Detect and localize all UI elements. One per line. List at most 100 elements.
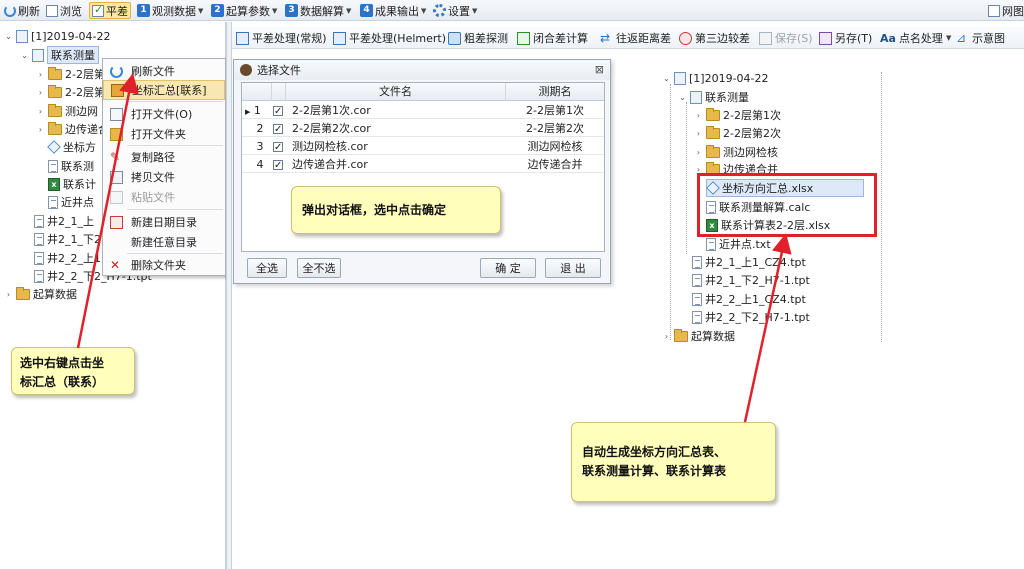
menu-item-new-any-dir[interactable]: 新建任意目录 <box>103 232 225 252</box>
folder-icon <box>706 107 720 121</box>
table-row[interactable]: 2 2-2层第2次.cor 2-2层第2次 <box>242 120 604 138</box>
schematic-button[interactable]: ⊿ 示意图 <box>956 30 1005 46</box>
collapse-icon[interactable]: ⌄ <box>20 51 29 60</box>
browse-toggle[interactable]: 浏览 <box>46 2 82 19</box>
step-1-icon: 1 <box>137 4 150 17</box>
adjust-toggle[interactable]: 平差 <box>89 2 131 19</box>
settings-menu[interactable]: 设置 ▼ <box>433 2 477 19</box>
round-trip-diff-button[interactable]: ⇄ 往返距离差 <box>600 30 671 46</box>
folder-icon <box>706 125 720 139</box>
menu-separator <box>127 101 223 102</box>
tree-file[interactable]: x 联系计 <box>48 175 96 193</box>
collapse-icon[interactable]: ⌄ <box>662 74 671 83</box>
tree-file[interactable]: 井2_1_下2_H7-1.tpt <box>692 271 810 289</box>
expand-icon[interactable]: › <box>36 107 45 116</box>
tree-folder[interactable]: › 2-2层第2次 <box>694 124 781 142</box>
select-none-button[interactable]: 全不选 <box>297 258 341 278</box>
gear-icon <box>433 4 446 17</box>
tree-file[interactable]: 井2_2_上1 <box>34 249 101 267</box>
collapse-icon[interactable]: ⌄ <box>4 32 13 41</box>
table-row[interactable]: ▶ 1 2-2层第1次.cor 2-2层第1次 <box>242 102 604 120</box>
row-checkbox[interactable] <box>273 103 283 120</box>
menu-item-new-date-dir[interactable]: 新建日期目录 <box>103 212 225 232</box>
tree-file[interactable]: 坐标方 <box>47 138 96 156</box>
expand-icon[interactable]: › <box>694 129 703 138</box>
row-checkbox[interactable] <box>273 121 283 138</box>
tree-node-start-data[interactable]: › 起算数据 <box>4 285 77 303</box>
panel-splitter[interactable] <box>226 22 232 569</box>
menu-item-open-folder[interactable]: 打开文件夹 <box>103 124 225 144</box>
expand-icon[interactable]: › <box>36 88 45 97</box>
point-name-menu[interactable]: Aa 点名处理 ▼ <box>880 30 951 46</box>
menu-item-coord-summary[interactable]: 坐标汇总[联系] <box>103 80 225 100</box>
tree-folder[interactable]: › 测边网 <box>36 102 98 120</box>
exit-button[interactable]: 退 出 <box>545 258 601 278</box>
tree-file[interactable]: 井2_1_上1_CZ4.tpt <box>692 253 806 271</box>
column-header-period[interactable]: 测期名 <box>506 83 604 101</box>
column-header-filename[interactable]: 文件名 <box>286 83 506 101</box>
save-as-icon <box>819 31 832 45</box>
tree-file[interactable]: 联系测 <box>48 157 94 175</box>
adjust-normal-button[interactable]: 平差处理(常规) <box>236 30 327 46</box>
collapse-icon[interactable]: ⌄ <box>678 93 687 102</box>
expand-icon[interactable]: › <box>4 290 13 299</box>
observe-data-menu[interactable]: 1 观测数据 ▼ <box>137 2 203 19</box>
tree-file[interactable]: 近井点.txt <box>706 235 771 253</box>
menu-item-delete-folder[interactable]: ✕ 删除文件夹 <box>103 255 225 275</box>
table-row[interactable]: 4 边传递合并.cor 边传递合并 <box>242 156 604 174</box>
tree-folder[interactable]: › 2-2层第1次 <box>694 106 781 124</box>
menu-item-copy-file[interactable]: 拷贝文件 <box>103 167 225 187</box>
data-solve-menu[interactable]: 3 数据解算 ▼ <box>285 2 351 19</box>
adjust-helmert-button[interactable]: 平差处理(Helmert) <box>333 30 446 46</box>
tree-folder[interactable]: › 2-2层第 <box>36 65 105 83</box>
tree-node-link-survey[interactable]: ⌄ 联系测量 <box>678 88 749 106</box>
start-params-menu[interactable]: 2 起算参数 ▼ <box>211 2 277 19</box>
closure-calc-button[interactable]: 闭合差计算 <box>517 30 588 46</box>
callout-right: 自动生成坐标方向汇总表、 联系测量计算、联系计算表 <box>571 422 776 502</box>
table-row[interactable]: 3 测边网检核.cor 测边网检核 <box>242 138 604 156</box>
third-side-diff-button[interactable]: 第三边较差 <box>679 30 750 46</box>
tree-file[interactable]: 近井点 <box>48 193 94 211</box>
expand-icon[interactable]: › <box>36 70 45 79</box>
step-4-icon: 4 <box>360 4 373 17</box>
tree-folder[interactable]: › 测边网检核 <box>694 143 778 161</box>
calendar-icon <box>110 215 123 229</box>
select-file-dialog: 选择文件 ⊠ 文件名 测期名 ▶ 1 2-2层第1次.cor 2-2层第1次 2… <box>233 59 611 284</box>
gross-error-button[interactable]: 粗差探测 <box>448 30 508 46</box>
dropdown-caret-icon: ▼ <box>272 6 278 15</box>
expand-icon[interactable]: › <box>694 148 703 157</box>
dialog-titlebar[interactable]: 选择文件 ⊠ <box>234 60 610 80</box>
expand-icon[interactable]: › <box>662 332 671 341</box>
refresh-button[interactable]: 刷新 <box>4 2 40 19</box>
tree-guide-line <box>686 102 687 254</box>
menu-item-paste-file[interactable]: 粘贴文件 <box>103 187 225 207</box>
tree-file[interactable]: 井2_2_上1_CZ4.tpt <box>692 290 806 308</box>
tree-file[interactable]: 井2_2_下2_H7-1.tpt <box>692 308 810 326</box>
refresh-icon <box>4 4 16 17</box>
tree-folder[interactable]: › 边传递合 <box>36 120 109 138</box>
tree-file[interactable]: 井2_1_上 <box>34 212 94 230</box>
expand-icon[interactable]: › <box>694 111 703 120</box>
dropdown-caret-icon: ▼ <box>198 6 204 15</box>
row-checkbox[interactable] <box>273 139 283 156</box>
output-menu[interactable]: 4 成果输出 ▼ <box>360 2 426 19</box>
expand-icon[interactable]: › <box>36 125 45 134</box>
ok-button[interactable]: 确 定 <box>480 258 536 278</box>
tree-node-date[interactable]: ⌄ [1]2019-04-22 <box>4 27 111 45</box>
menu-item-refresh-file[interactable]: 刷新文件 <box>103 61 225 81</box>
close-icon[interactable]: ⊠ <box>595 63 604 76</box>
network-view-toggle[interactable]: 网图 <box>988 2 1024 19</box>
menu-item-copy-path[interactable]: ✎ 复制路径 <box>103 147 225 167</box>
tree-folder[interactable]: › 2-2层第 <box>36 83 105 101</box>
save-as-button[interactable]: 另存(T) <box>819 30 872 46</box>
menu-item-open-file[interactable]: 打开文件(O) <box>103 104 225 124</box>
tree-guide-line <box>881 72 882 342</box>
select-all-button[interactable]: 全选 <box>247 258 287 278</box>
tree-node-link-survey[interactable]: ⌄ 联系测量 <box>20 46 99 64</box>
save-button[interactable]: 保存(S) <box>759 30 813 46</box>
tree-node-start-data[interactable]: › 起算数据 <box>662 327 735 345</box>
row-checkbox[interactable] <box>273 157 283 174</box>
dropdown-caret-icon: ▼ <box>472 6 478 15</box>
tree-file[interactable]: 井2_1_下2 <box>34 230 101 248</box>
tree-node-date[interactable]: ⌄ [1]2019-04-22 <box>662 69 769 87</box>
